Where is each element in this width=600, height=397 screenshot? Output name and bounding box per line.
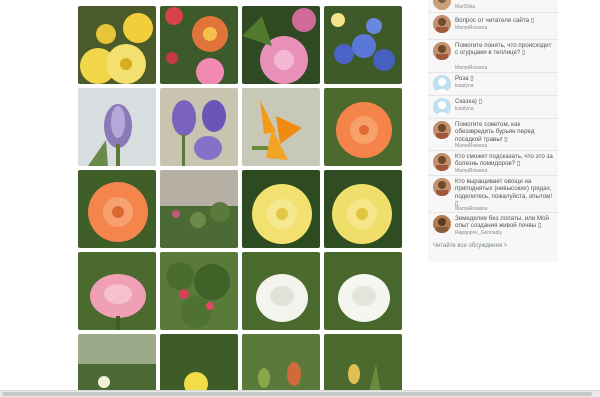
gallery-photo-15[interactable] <box>242 252 320 330</box>
avatar <box>433 42 451 60</box>
gallery-photo-18[interactable] <box>160 334 238 397</box>
avatar <box>433 98 451 116</box>
gallery-photo-20[interactable] <box>324 334 402 397</box>
yellow-rose-photo-2 <box>324 170 402 248</box>
gallery-photo-14[interactable] <box>160 252 238 330</box>
garden-path-photo <box>78 334 156 397</box>
discussions-sidebar: MarOlsia Вопрос от читателя сайта ▯ Mama… <box>428 0 558 262</box>
discussion-title[interactable]: Вопрос от читателя сайта ▯ <box>455 17 555 24</box>
yellow-flower-photo <box>160 334 238 397</box>
orange-rose-photo <box>324 88 402 166</box>
discussion-item-4[interactable]: Роза ▯ kstatyna <box>428 73 558 96</box>
peony-bush-photo <box>160 252 238 330</box>
red-dahlias-photo <box>160 6 238 84</box>
gallery-photo-13[interactable] <box>78 252 156 330</box>
gallery-photo-9[interactable] <box>78 170 156 248</box>
gallery-photo-8[interactable] <box>324 88 402 166</box>
discussion-author[interactable]: kstatyna <box>455 106 474 112</box>
avatar <box>433 153 451 171</box>
discussion-item-2[interactable]: Вопрос от читателя сайта ▯ MamaRowana <box>428 13 558 40</box>
discussion-item-6[interactable]: Помогите советом, как обеззвредить бурья… <box>428 119 558 151</box>
yellow-rose-photo <box>242 170 320 248</box>
yellow-chrysanthemums-photo <box>78 6 156 84</box>
pink-rose-photo <box>78 252 156 330</box>
green-tulips-photo <box>242 334 320 397</box>
discussion-author[interactable]: MamaRowana <box>455 65 487 71</box>
discussion-item-5[interactable]: Сказка) ▯ kstatyna <box>428 96 558 119</box>
discussion-title[interactable]: Земеделие без лопаты, или Мой опыт созда… <box>455 215 555 230</box>
discussion-author[interactable]: MamaRowana <box>455 25 487 31</box>
discussion-author[interactable]: kstatyna <box>455 83 474 89</box>
discussion-item-7[interactable]: Кто сможет подсказать, что это за болезн… <box>428 151 558 176</box>
all-discussions-link[interactable]: Читайте все обсуждения > <box>433 243 507 249</box>
discussion-title[interactable]: Кто сможет подсказать, что это за болезн… <box>455 153 555 168</box>
purple-crocuses-photo <box>160 88 238 166</box>
gallery-photo-16[interactable] <box>324 252 402 330</box>
blue-scilla-photo <box>324 6 402 84</box>
discussion-item-8[interactable]: Кто выращивает овощи на приподнятых (нев… <box>428 176 558 213</box>
photo-gallery <box>78 0 408 397</box>
avatar <box>433 0 451 10</box>
gallery-photo-1[interactable] <box>78 6 156 84</box>
discussion-author[interactable]: MamaRowana <box>455 143 487 149</box>
discussion-author[interactable]: MamaRowana <box>455 168 487 174</box>
gallery-photo-10[interactable] <box>160 170 238 248</box>
gallery-photo-2[interactable] <box>160 6 238 84</box>
discussion-author[interactable]: MarOlsia <box>455 4 475 10</box>
discussion-title[interactable]: Сказка) ▯ <box>455 98 555 105</box>
avatar <box>433 178 451 196</box>
discussion-author[interactable]: Rapqopov_Gennadiy <box>455 230 502 236</box>
gallery-photo-11[interactable] <box>242 170 320 248</box>
gallery-photo-3[interactable] <box>242 6 320 84</box>
gallery-photo-17[interactable] <box>78 334 156 397</box>
gallery-photo-4[interactable] <box>324 6 402 84</box>
discussion-author[interactable]: MamaRowana <box>455 206 487 212</box>
gallery-photo-7[interactable] <box>242 88 320 166</box>
avatar <box>433 215 451 233</box>
scrollbar-thumb[interactable] <box>2 392 592 396</box>
gallery-photo-6[interactable] <box>160 88 238 166</box>
avatar <box>433 15 451 33</box>
pink-dahlia-photo <box>242 6 320 84</box>
white-rose-photo-2 <box>324 252 402 330</box>
discussion-title[interactable]: Роза ▯ <box>455 75 555 82</box>
gallery-photo-5[interactable] <box>78 88 156 166</box>
gallery-photo-12[interactable] <box>324 170 402 248</box>
discussion-item-1[interactable]: MarOlsia <box>428 0 558 13</box>
purple-crocus-in-snow-photo <box>78 88 156 166</box>
avatar <box>433 121 451 139</box>
white-rose-photo <box>242 252 320 330</box>
horizontal-scrollbar[interactable] <box>0 390 600 397</box>
gallery-photo-19[interactable] <box>242 334 320 397</box>
tulip-leaves-photo <box>324 334 402 397</box>
orange-rose-photo-2 <box>78 170 156 248</box>
orange-crocus-photo <box>242 88 320 166</box>
flower-bed-photo <box>160 170 238 248</box>
discussion-title[interactable]: Кто выращивает овощи на приподнятых (нев… <box>455 178 555 208</box>
discussion-item-3[interactable]: Помогите понять, что происходит с огурца… <box>428 40 558 73</box>
discussion-item-9[interactable]: Земеделие без лопаты, или Мой опыт созда… <box>428 213 558 239</box>
discussion-title[interactable]: Помогите советом, как обеззвредить бурья… <box>455 121 555 143</box>
discussion-title[interactable]: Помогите понять, что происходит с огурца… <box>455 42 555 57</box>
avatar <box>433 75 451 93</box>
